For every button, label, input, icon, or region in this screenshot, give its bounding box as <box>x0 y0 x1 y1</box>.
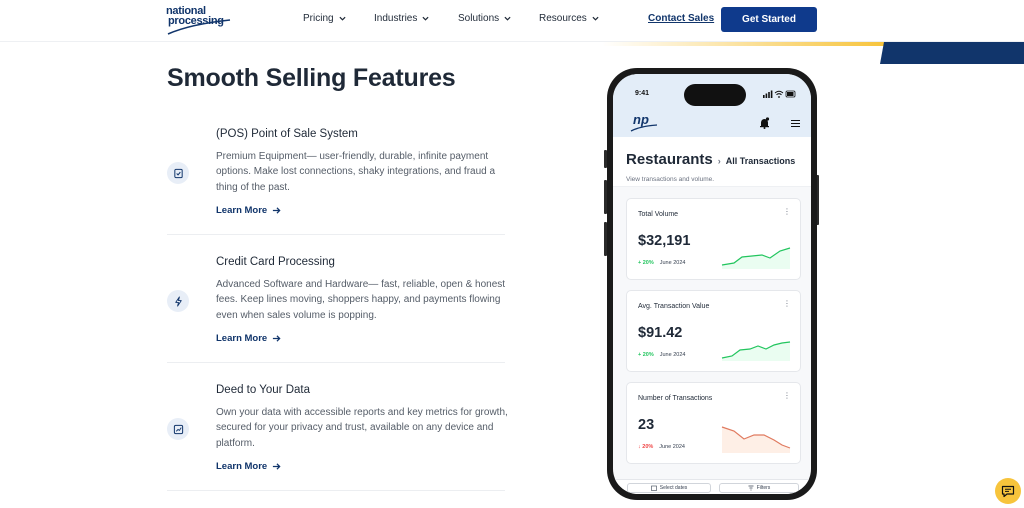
learn-more-link[interactable]: Learn More <box>216 461 281 472</box>
metric-meta: + 20% June 2024 <box>638 352 685 358</box>
chat-icon <box>1001 485 1015 497</box>
sparkline-up-chart <box>721 247 791 269</box>
nav-solutions[interactable]: Solutions <box>458 13 511 24</box>
metric-period: June 2024 <box>659 260 686 266</box>
contact-sales-link[interactable]: Contact Sales <box>648 13 714 24</box>
sparkline-down-chart <box>721 426 791 453</box>
feature-description: Premium Equipment— user-friendly, durabl… <box>216 151 496 193</box>
feature-credit-card: Credit Card Processing Advanced Software… <box>167 252 505 352</box>
learn-more-label: Learn More <box>216 205 268 216</box>
phone-screen: 9:41 np Restaurants › All Transactions V… <box>613 74 811 494</box>
nav-pricing-label: Pricing <box>303 13 334 24</box>
feature-title: Credit Card Processing <box>216 256 335 268</box>
menu-icon[interactable] <box>790 119 801 128</box>
app-bottom-toolbar: Select dates Filters <box>613 479 811 494</box>
status-time: 9:41 <box>635 90 650 97</box>
phone-mockup: 9:41 np Restaurants › All Transactions V… <box>607 68 817 500</box>
metric-card-total-volume[interactable]: Total Volume ⋮ $32,191 + 20% June 2024 <box>626 198 801 280</box>
nav-resources-label: Resources <box>539 13 587 24</box>
metric-label: Total Volume <box>638 211 679 218</box>
get-started-button[interactable]: Get Started <box>721 7 817 32</box>
filters-button[interactable]: Filters <box>719 483 799 493</box>
metric-label: Avg. Transaction Value <box>638 303 710 310</box>
filter-icon <box>748 485 754 491</box>
chart-icon <box>167 418 189 440</box>
filters-label: Filters <box>756 485 771 491</box>
metric-change: ↓ 20% <box>638 444 654 450</box>
nav-solutions-label: Solutions <box>458 13 500 24</box>
feature-description: Own your data with accessible reports an… <box>216 407 508 449</box>
lightning-icon <box>167 290 189 312</box>
nav-resources[interactable]: Resources <box>539 13 599 24</box>
learn-more-label: Learn More <box>216 333 268 344</box>
feature-data: Deed to Your Data Own your data with acc… <box>167 380 508 480</box>
metric-label: Number of Transactions <box>638 395 713 402</box>
arrow-right-icon <box>273 463 281 470</box>
breadcrumb-separator: › <box>717 156 721 166</box>
nav-pricing[interactable]: Pricing <box>303 13 346 24</box>
metric-card-avg-transaction[interactable]: Avg. Transaction Value ⋮ $91.42 + 20% Ju… <box>626 290 801 372</box>
metric-change: + 20% <box>638 352 654 358</box>
calendar-icon <box>650 485 657 491</box>
more-options-icon[interactable]: ⋮ <box>783 207 791 216</box>
logo-swoosh-icon <box>167 19 231 35</box>
app-breadcrumb: Restaurants › All Transactions <box>626 151 795 168</box>
nav-industries[interactable]: Industries <box>374 13 429 24</box>
divider <box>167 234 505 235</box>
chevron-down-icon <box>592 16 599 21</box>
metric-value: $91.42 <box>638 325 683 341</box>
sparkline-up-chart <box>721 341 791 361</box>
metric-change: + 20% <box>638 260 654 266</box>
learn-more-link[interactable]: Learn More <box>216 333 281 344</box>
divider <box>167 362 505 363</box>
section-title: Smooth Selling Features <box>167 64 456 92</box>
select-dates-button[interactable]: Select dates <box>627 483 711 493</box>
app-title: Restaurants <box>626 151 713 168</box>
decorative-navy-band <box>880 42 1024 64</box>
app-page-header: Restaurants › All Transactions View tran… <box>613 137 811 187</box>
metric-period: June 2024 <box>659 444 685 450</box>
feature-title: (POS) Point of Sale System <box>216 128 358 140</box>
chevron-down-icon <box>339 16 346 21</box>
metric-meta: + 20% June 2024 <box>638 260 685 266</box>
arrow-right-icon <box>273 335 281 342</box>
chat-widget-button[interactable] <box>995 478 1021 504</box>
decorative-yellow-band <box>602 42 884 46</box>
site-header: national processing Pricing Industries S… <box>0 0 1024 42</box>
app-subtitle: All Transactions <box>725 156 796 166</box>
feature-description: Advanced Software and Hardware— fast, re… <box>216 279 506 321</box>
metric-meta: ↓ 20% June 2024 <box>638 444 685 450</box>
logo-swoosh-icon <box>630 124 658 132</box>
app-description: View transactions and volume. <box>626 176 715 183</box>
checklist-icon <box>167 162 189 184</box>
chevron-down-icon <box>422 16 429 21</box>
metric-card-number-transactions[interactable]: Number of Transactions ⋮ 23 ↓ 20% June 2… <box>626 382 801 464</box>
status-icons <box>763 90 796 98</box>
national-processing-logo[interactable]: national processing <box>166 6 236 35</box>
select-dates-label: Select dates <box>659 485 688 491</box>
metric-value: $32,191 <box>638 233 691 249</box>
dynamic-island <box>684 84 746 106</box>
bell-icon[interactable] <box>759 117 770 129</box>
chevron-down-icon <box>504 16 511 21</box>
metric-period: June 2024 <box>659 352 686 358</box>
metric-value: 23 <box>638 417 655 433</box>
feature-pos: (POS) Point of Sale System Premium Equip… <box>167 124 505 224</box>
more-options-icon[interactable]: ⋮ <box>783 299 791 308</box>
learn-more-link[interactable]: Learn More <box>216 205 281 216</box>
more-options-icon[interactable]: ⋮ <box>783 391 791 400</box>
feature-title: Deed to Your Data <box>216 384 310 396</box>
learn-more-label: Learn More <box>216 461 268 472</box>
divider <box>167 490 505 491</box>
nav-industries-label: Industries <box>374 13 418 24</box>
arrow-right-icon <box>273 207 281 214</box>
